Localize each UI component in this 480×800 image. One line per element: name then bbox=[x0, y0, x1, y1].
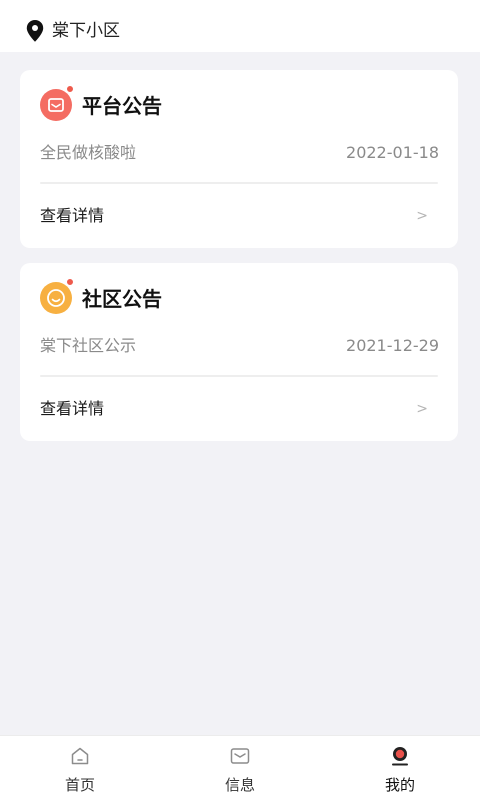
tab-mine[interactable]: 我的 bbox=[320, 736, 480, 800]
announcement-date: 2022-01-18 bbox=[346, 143, 439, 162]
location-name[interactable]: 棠下小区 bbox=[52, 19, 120, 43]
tab-label: 首页 bbox=[64, 776, 95, 794]
view-details-link[interactable]: 查看详情 > bbox=[20, 387, 458, 431]
platform-announcement-card: 平台公告 全民做核酸啦 2022-01-18 查看详情 > bbox=[20, 70, 458, 248]
chevron-right-icon: > bbox=[416, 401, 428, 417]
tab-label: 信息 bbox=[224, 776, 255, 794]
announcement-subject: 棠下社区公示 bbox=[40, 336, 137, 355]
unread-dot bbox=[66, 85, 74, 93]
announcement-date: 2021-12-29 bbox=[346, 336, 439, 355]
view-details-label: 查看详情 bbox=[40, 206, 105, 225]
card-title: 平台公告 bbox=[82, 94, 162, 118]
mail-icon bbox=[230, 748, 250, 764]
divider bbox=[40, 182, 438, 184]
envelope-icon bbox=[40, 89, 72, 121]
smiley-icon bbox=[40, 282, 72, 314]
community-announcement-card: 社区公告 棠下社区公示 2021-12-29 查看详情 > bbox=[20, 263, 458, 441]
card-title: 社区公告 bbox=[82, 287, 162, 311]
profile-icon bbox=[392, 747, 408, 766]
app-screen: 棠下小区 平台公告 全民做核酸啦 2022-01-18 查看详情 > 社区公告 bbox=[0, 0, 480, 800]
tab-home[interactable]: 首页 bbox=[0, 736, 160, 800]
unread-dot bbox=[66, 278, 74, 286]
view-details-label: 查看详情 bbox=[40, 399, 105, 418]
tab-label: 我的 bbox=[384, 776, 415, 794]
top-header: 棠下小区 bbox=[0, 0, 480, 52]
chevron-right-icon: > bbox=[416, 208, 428, 224]
home-icon bbox=[71, 747, 89, 765]
tab-info[interactable]: 信息 bbox=[160, 736, 320, 800]
view-details-link[interactable]: 查看详情 > bbox=[20, 194, 458, 238]
bottom-tab-bar: 首页 信息 我的 bbox=[0, 735, 480, 800]
announcement-subject: 全民做核酸啦 bbox=[40, 143, 137, 162]
map-pin-icon bbox=[26, 20, 44, 42]
divider bbox=[40, 375, 438, 377]
